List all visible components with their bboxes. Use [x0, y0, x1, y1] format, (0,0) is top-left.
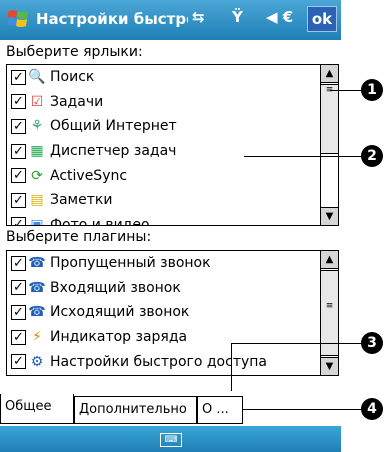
list-item-label: Исходящий звонок — [50, 304, 190, 321]
shortcuts-scrollbar[interactable]: ▲ ≡ ▼ — [320, 65, 338, 225]
list-item-label: ActiveSync — [50, 167, 128, 184]
tab-bar: Общее Дополнительно О ... — [0, 394, 341, 426]
callout-line — [244, 156, 370, 157]
list-item-label: Заметки — [50, 192, 113, 209]
plugins-list[interactable]: ✓ ☎ Пропущенный звонок ✓ ☎ Входящий звонок ✓ ☎ И… — [6, 250, 339, 376]
notes-icon: ▤ — [30, 192, 44, 209]
callout-line — [243, 409, 370, 410]
list-item-label: Входящий звонок — [50, 279, 181, 296]
checkbox[interactable]: ✓ — [11, 217, 26, 225]
checkmark-icon: ✓ — [13, 94, 24, 110]
list-item[interactable]: ✓ ▦ Диспетчер задач — [7, 139, 320, 164]
checkbox[interactable]: ✓ — [11, 143, 26, 159]
callout-line — [231, 343, 370, 344]
window-title: Настройки быстрогс — [36, 10, 188, 28]
ok-button[interactable]: ok — [307, 6, 337, 32]
battery-indicator-icon: ⚡ — [32, 329, 42, 346]
scroll-down-button[interactable]: ▼ — [321, 357, 338, 375]
checkbox[interactable]: ✓ — [11, 118, 26, 134]
checkbox[interactable]: ✓ — [11, 69, 26, 85]
antenna-icon[interactable]: Ÿ — [232, 8, 243, 26]
list-item-label: Фото и видео — [50, 216, 150, 225]
checkbox[interactable]: ✓ — [11, 192, 26, 208]
tab-about[interactable]: О ... — [197, 396, 243, 424]
activesync-icon: ⟳ — [31, 167, 43, 184]
keyboard-icon[interactable]: ⌨ — [160, 433, 182, 447]
plugins-label: Выберите плагины: — [6, 229, 152, 245]
missed-call-icon: ☎ — [28, 255, 46, 272]
list-item-label: Общий Интернет — [50, 118, 177, 135]
checkbox[interactable]: ✓ — [11, 280, 26, 296]
quick-settings-icon: ⚙ — [30, 353, 44, 370]
list-item[interactable]: ✓ ☑ Задачи — [7, 90, 320, 115]
tab-general[interactable]: Общее — [0, 394, 74, 424]
list-item[interactable]: ✓ 🔍 Поиск — [7, 65, 320, 90]
list-item[interactable]: ✓ ⚘ Общий Интернет — [7, 114, 320, 139]
scroll-up-button[interactable]: ▲ — [321, 251, 338, 269]
scroll-up-button[interactable]: ▲ — [321, 65, 338, 83]
list-item[interactable]: ✓ ⚡ Индикатор заряда — [7, 325, 320, 350]
callout-marker: 4 — [361, 398, 383, 420]
checkmark-icon: ✓ — [13, 143, 24, 159]
checkbox[interactable]: ✓ — [11, 329, 26, 345]
photos-icon: ▣ — [30, 216, 44, 225]
checkmark-icon: ✓ — [13, 354, 24, 370]
title-bar: Настройки быстрогс ⇆ Ÿ ◀ € ok — [0, 0, 341, 40]
list-item[interactable]: ✓ ▣ Фото и видео — [7, 213, 320, 225]
screen: Настройки быстрогс ⇆ Ÿ ◀ € ok Выберите я… — [0, 0, 341, 452]
list-item[interactable]: ✓ ☎ Исходящий звонок — [7, 300, 320, 325]
list-item-label: Настройки быстрого доступа — [50, 353, 267, 370]
incoming-call-icon: ☎ — [28, 279, 46, 296]
callout-marker: 1 — [361, 79, 383, 101]
list-item[interactable]: ✓ ⚙ Настройки быстрого доступа — [7, 349, 320, 374]
list-item-label: Задачи — [50, 93, 104, 110]
shortcuts-label: Выберите ярлыки: — [6, 44, 143, 60]
checkmark-icon: ✓ — [13, 168, 24, 184]
tab-advanced[interactable]: Дополнительно — [74, 396, 197, 424]
scroll-down-button[interactable]: ▼ — [321, 207, 338, 225]
scroll-thumb[interactable]: ≡ — [321, 84, 338, 154]
checkmark-icon: ✓ — [13, 329, 24, 345]
search-icon: 🔍 — [28, 69, 46, 86]
task-manager-icon: ▦ — [30, 143, 44, 160]
list-item[interactable]: ✓ ☎ Пропущенный звонок — [7, 251, 320, 276]
checkbox[interactable]: ✓ — [11, 168, 26, 184]
list-item[interactable]: ✓ ☎ Входящий звонок — [7, 276, 320, 301]
checkbox[interactable]: ✓ — [11, 255, 26, 271]
list-item[interactable]: ✓ ⟳ ActiveSync — [7, 163, 320, 188]
callout-line — [231, 343, 232, 391]
checkmark-icon: ✓ — [13, 118, 24, 134]
callout-marker: 3 — [361, 332, 383, 354]
tasks-icon: ☑ — [30, 93, 44, 110]
start-menu-icon[interactable] — [6, 7, 30, 31]
list-item-label: Поиск — [50, 69, 95, 86]
list-item[interactable]: ✓ ▤ Заметки — [7, 188, 320, 213]
checkmark-icon: ✓ — [13, 255, 24, 271]
checkmark-icon: ✓ — [13, 304, 24, 320]
checkmark-icon: ✓ — [13, 217, 24, 225]
speaker-icon[interactable]: ◀ € — [266, 8, 293, 26]
callout-marker: 2 — [361, 145, 383, 167]
list-item-label: Индикатор заряда — [50, 329, 188, 346]
list-item-label: Пропущенный звонок — [50, 255, 211, 272]
bottom-menu-bar: ⌨ — [0, 426, 341, 452]
checkbox[interactable]: ✓ — [11, 354, 26, 370]
checkmark-icon: ✓ — [13, 69, 24, 85]
plugins-scrollbar[interactable]: ▲ ≡ ▼ — [320, 251, 338, 375]
connectivity-icon[interactable]: ⇆ — [192, 8, 205, 26]
list-item-label: Диспетчер задач — [50, 143, 177, 160]
outgoing-call-icon: ☎ — [28, 304, 46, 321]
checkbox[interactable]: ✓ — [11, 94, 26, 110]
checkmark-icon: ✓ — [13, 192, 24, 208]
checkbox[interactable]: ✓ — [11, 304, 26, 320]
internet-sharing-icon: ⚘ — [30, 118, 44, 135]
shortcuts-list[interactable]: ✓ 🔍 Поиск ✓ ☑ Задачи ✓ ⚘ Общий Интернет ✓ ▦ Диспетч… — [6, 64, 339, 226]
checkmark-icon: ✓ — [13, 280, 24, 296]
